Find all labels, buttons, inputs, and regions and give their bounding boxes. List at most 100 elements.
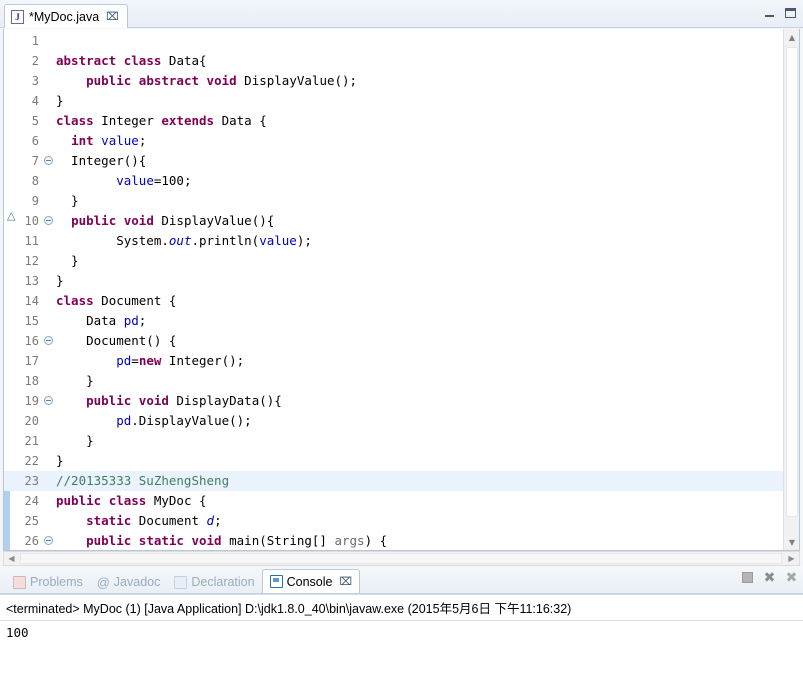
terminate-button[interactable]	[740, 570, 755, 585]
code-line[interactable]: 5 class Integer extends Data {	[4, 111, 799, 131]
fold-collapse-icon[interactable]	[44, 216, 53, 225]
code-line[interactable]: 14 class Document {	[4, 291, 799, 311]
code-line[interactable]: 10 public void DisplayValue(){	[4, 206, 799, 231]
code-token: }	[56, 273, 64, 288]
line-number: 15	[24, 314, 39, 328]
maximize-button[interactable]	[782, 5, 799, 21]
fold-collapse-icon[interactable]	[44, 396, 53, 405]
code-line[interactable]: 8 value=100;	[4, 171, 799, 191]
fold-collapse-icon[interactable]	[44, 536, 53, 545]
line-number: 19	[24, 394, 39, 408]
code-line[interactable]: 16 Document() {	[4, 331, 799, 351]
close-icon[interactable]: ⌧	[106, 10, 119, 23]
line-number: 14	[24, 294, 39, 308]
code-line[interactable]: 26 public static void main(String[] args…	[4, 531, 799, 550]
code-token: class	[108, 493, 147, 508]
scroll-right-icon[interactable]: ▶	[784, 552, 799, 565]
fold-collapse-icon[interactable]	[44, 336, 53, 345]
code-token: ;	[138, 313, 147, 328]
close-console-button[interactable]: ✖	[784, 570, 799, 585]
code-token: DisplayValue(){	[153, 213, 275, 228]
scroll-left-icon[interactable]: ◀	[4, 552, 19, 565]
code-text: value=100;	[44, 171, 799, 191]
code-token: void	[191, 533, 222, 548]
view-tab-bar: Problems @ Javadoc Declaration Console ⌧	[0, 567, 803, 594]
line-number: 26	[24, 534, 39, 548]
horizontal-scroll-thumb[interactable]	[20, 553, 782, 564]
code-line[interactable]: 13}	[4, 271, 799, 291]
code-line[interactable]: 1	[4, 31, 799, 51]
code-token: class	[56, 293, 94, 308]
code-line[interactable]: 17 pd=new Integer();	[4, 351, 799, 371]
code-line[interactable]: 19 public void DisplayData(){	[4, 391, 799, 411]
code-line[interactable]: 18 }	[4, 371, 799, 391]
code-line[interactable]: 11 System.out.println(value);	[4, 231, 799, 251]
code-token: pd	[116, 413, 132, 428]
code-token: d	[206, 513, 215, 528]
console-view[interactable]: <terminated> MyDoc (1) [Java Application…	[0, 594, 803, 679]
line-number: 11	[24, 234, 39, 248]
code-text: Integer(){	[44, 151, 799, 171]
code-token: =	[131, 353, 139, 368]
code-token: MyDoc {	[146, 493, 207, 508]
code-token: }	[56, 253, 79, 268]
code-line[interactable]: 12 }	[4, 251, 799, 271]
code-token: Data {	[214, 113, 267, 128]
code-text: }	[44, 91, 799, 111]
code-token: }	[56, 453, 64, 468]
code-line[interactable]: 7 Integer(){	[4, 151, 799, 171]
editor-vertical-scrollbar[interactable]: ▲ ▼	[783, 29, 799, 550]
java-file-icon: J	[11, 9, 24, 24]
line-number: 16	[24, 334, 39, 348]
view-tab-javadoc[interactable]: @ Javadoc	[90, 571, 168, 593]
code-line[interactable]: 3 public abstract void DisplayValue();	[4, 71, 799, 91]
code-token: Document	[131, 513, 207, 528]
view-tab-problems[interactable]: Problems	[6, 571, 90, 593]
code-token: public	[86, 533, 132, 548]
fold-collapse-icon[interactable]	[44, 156, 53, 165]
vertical-scroll-thumb[interactable]	[786, 47, 798, 517]
code-line[interactable]: 23 //20135333 SuZhengSheng	[4, 471, 799, 491]
code-token: Document() {	[56, 333, 177, 348]
view-tab-console[interactable]: Console ⌧	[261, 569, 361, 593]
problems-icon	[13, 575, 26, 589]
code-line[interactable]: 4}	[4, 91, 799, 111]
code-token: Integer();	[161, 353, 245, 368]
code-text: pd.DisplayValue();	[44, 411, 799, 431]
code-scroll-area[interactable]: 1 2 abstract class Data{3 public abstract …	[4, 29, 799, 550]
code-line[interactable]: 6 int value;	[4, 131, 799, 151]
scroll-down-icon[interactable]: ▼	[784, 534, 799, 550]
code-token: .println(	[191, 233, 260, 248]
console-launch-header: <terminated> MyDoc (1) [Java Application…	[0, 595, 803, 621]
code-token: }	[56, 433, 94, 448]
code-token: class	[56, 113, 94, 128]
code-line[interactable]: 15 Data pd;	[4, 311, 799, 331]
code-token: }	[56, 93, 64, 108]
code-line[interactable]: 22}	[4, 451, 799, 471]
editor-tab-mydoc-java[interactable]: J *MyDoc.java ⌧	[4, 4, 128, 28]
scroll-up-icon[interactable]: ▲	[784, 29, 799, 45]
view-tab-declaration[interactable]: Declaration	[167, 571, 261, 593]
code-line[interactable]: 24 public class MyDoc {	[4, 491, 799, 511]
close-icon[interactable]: ⌧	[339, 575, 352, 588]
code-line[interactable]: 25 static Document d;	[4, 511, 799, 531]
code-line[interactable]: 21 }	[4, 431, 799, 451]
code-editor[interactable]: 1 2 abstract class Data{3 public abstract …	[3, 29, 800, 551]
code-text: }	[44, 431, 799, 451]
code-line[interactable]: 9 }	[4, 191, 799, 211]
remove-all-button[interactable]: ✖	[762, 570, 777, 585]
code-text: int value;	[44, 131, 799, 151]
code-line[interactable]: 20 pd.DisplayValue();	[4, 411, 799, 431]
code-token: main(String[]	[221, 533, 335, 548]
editor-horizontal-scrollbar[interactable]: ◀ ▶	[3, 551, 800, 566]
code-line[interactable]: 2 abstract class Data{	[4, 51, 799, 71]
minimize-button[interactable]	[761, 5, 778, 21]
code-token: .DisplayValue();	[131, 413, 252, 428]
code-text: System.out.println(value);	[44, 231, 799, 251]
line-number: 12	[24, 254, 39, 268]
code-text: Data pd;	[44, 311, 799, 331]
console-icon	[269, 575, 283, 588]
